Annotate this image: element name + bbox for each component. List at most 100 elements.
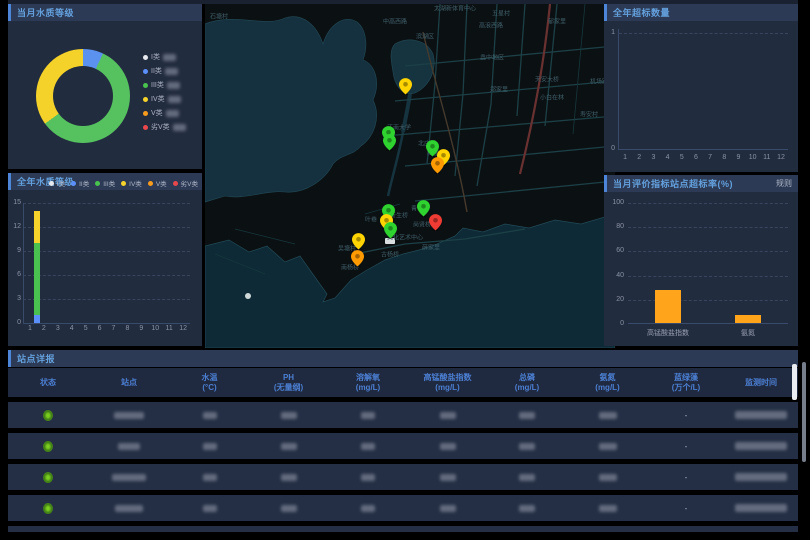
legend-label: IV类 [129, 178, 142, 188]
station-pin-icon-yellow[interactable] [352, 233, 365, 250]
legend-label: I类 [151, 52, 160, 62]
legend-item[interactable]: V类 [148, 178, 167, 188]
redacted-value [519, 412, 535, 419]
time-cell [724, 504, 798, 512]
station-pin-icon-green[interactable] [383, 134, 396, 151]
legend-label: I类 [57, 178, 65, 188]
month-rate-chart[interactable]: 020406080100 [628, 203, 788, 324]
map-place-label: 郑家里 [490, 85, 508, 94]
station-name-cell [88, 474, 170, 481]
legend-item[interactable]: IV类 [121, 178, 142, 188]
map-place-label: 蠡中地区 [480, 53, 504, 62]
table-scrollbar[interactable] [792, 364, 797, 400]
legend-item[interactable]: II类 [143, 66, 186, 76]
status-cell [8, 441, 88, 452]
redacted-value [203, 412, 217, 419]
redacted-value [735, 411, 787, 419]
status-cell [8, 410, 88, 421]
legend-dot-icon [148, 181, 153, 186]
redacted-value [519, 505, 535, 512]
legend-item[interactable]: I类 [49, 178, 65, 188]
redacted-value [165, 68, 178, 75]
legend-label: 劣V类 [181, 178, 198, 188]
legend-dot-icon [143, 83, 148, 88]
column-header: 监测时间 [724, 378, 798, 388]
legend-item[interactable]: 劣V类 [143, 122, 186, 132]
redacted-value [173, 124, 186, 131]
legend-dot-icon [49, 181, 54, 186]
table-row[interactable]: - [8, 495, 798, 521]
stacked-bar-segment[interactable] [34, 315, 40, 323]
table-row[interactable]: - [8, 433, 798, 459]
value-cell [170, 474, 249, 481]
year-exceed-chart[interactable] [618, 29, 788, 150]
station-pin-icon-orange[interactable] [351, 250, 364, 267]
column-header: 水温(°C) [170, 373, 249, 393]
redacted-value [361, 474, 375, 481]
algae-cell: - [648, 473, 724, 482]
redacted-value [361, 505, 375, 512]
value-cell [328, 443, 408, 450]
status-ok-icon [43, 472, 53, 483]
table-row[interactable]: - [8, 526, 798, 532]
value-cell [408, 474, 487, 481]
rate-bar[interactable] [735, 315, 761, 323]
legend-item[interactable]: 劣V类 [173, 178, 198, 188]
redacted-value [203, 474, 217, 481]
legend-item[interactable]: III类 [143, 80, 186, 90]
status-ok-icon [43, 441, 53, 452]
value-cell [249, 474, 328, 481]
map-base [205, 4, 615, 348]
redacted-value [281, 412, 297, 419]
algae-cell: - [648, 504, 724, 513]
map-place-label: 五星村 [492, 9, 510, 18]
stacked-bar-segment[interactable] [34, 211, 40, 243]
panel-year-exceed: 全年超标数量 1 0 123456789101112 [604, 4, 798, 172]
legend-dot-icon [95, 181, 100, 186]
table-row[interactable]: - [8, 402, 798, 428]
rule-link[interactable]: 规则 [776, 178, 792, 189]
legend-item[interactable]: II类 [71, 178, 89, 188]
redacted-value [599, 474, 617, 481]
status-cell [8, 503, 88, 514]
legend-dot-icon [173, 181, 178, 186]
value-cell [567, 443, 648, 450]
redacted-value [115, 505, 143, 512]
stacked-bar-segment[interactable] [34, 243, 40, 315]
rate-bar-label: 氨氮 [741, 328, 755, 338]
redacted-value [519, 443, 535, 450]
year-grade-chart[interactable]: 03691215 [23, 203, 190, 323]
station-pin-icon-red[interactable] [429, 214, 442, 231]
station-map[interactable]: 石塘村太湖新体育中心中高西路滨湖区高浪西路五星村郁家里蠡中地区天安大桥机场路郑家… [205, 4, 615, 348]
panel-title: 当月评价指标站点超标率(%) [613, 177, 733, 190]
station-pin-icon-yellow[interactable] [399, 78, 412, 95]
legend-item[interactable]: V类 [143, 108, 186, 118]
station-name-cell [88, 443, 170, 450]
rate-bar[interactable] [655, 290, 681, 323]
station-name-cell [88, 505, 170, 512]
legend-label: 劣V类 [151, 122, 170, 132]
table-header-row: 状态站点水温(°C)PH(无量纲)溶解氧(mg/L)高锰酸盐指数(mg/L)总磷… [8, 368, 798, 397]
year-grade-legend: I类 II类 III类 IV类 V类 劣V类 [49, 178, 198, 188]
page-scrollbar[interactable] [802, 362, 806, 462]
redacted-value [118, 443, 140, 450]
map-place-label: 薛家里 [422, 243, 440, 252]
legend-item[interactable]: IV类 [143, 94, 186, 104]
status-ok-icon [43, 503, 53, 514]
redacted-value [440, 443, 456, 450]
map-place-label: 寿安村 [580, 110, 598, 119]
table-row[interactable]: - [8, 464, 798, 490]
station-pin-icon-green[interactable] [384, 222, 397, 239]
time-cell [724, 442, 798, 450]
station-pin-icon-orange[interactable] [431, 157, 444, 174]
column-header: 氨氮(mg/L) [567, 373, 648, 393]
legend-item[interactable]: I类 [143, 52, 186, 62]
value-cell [487, 474, 567, 481]
redacted-value [163, 54, 176, 61]
legend-item[interactable]: III类 [95, 178, 115, 188]
legend-label: V类 [151, 108, 163, 118]
redacted-value [735, 504, 787, 512]
table-body: - - - - - [8, 402, 798, 532]
donut-hole [53, 66, 113, 126]
value-cell [567, 474, 648, 481]
